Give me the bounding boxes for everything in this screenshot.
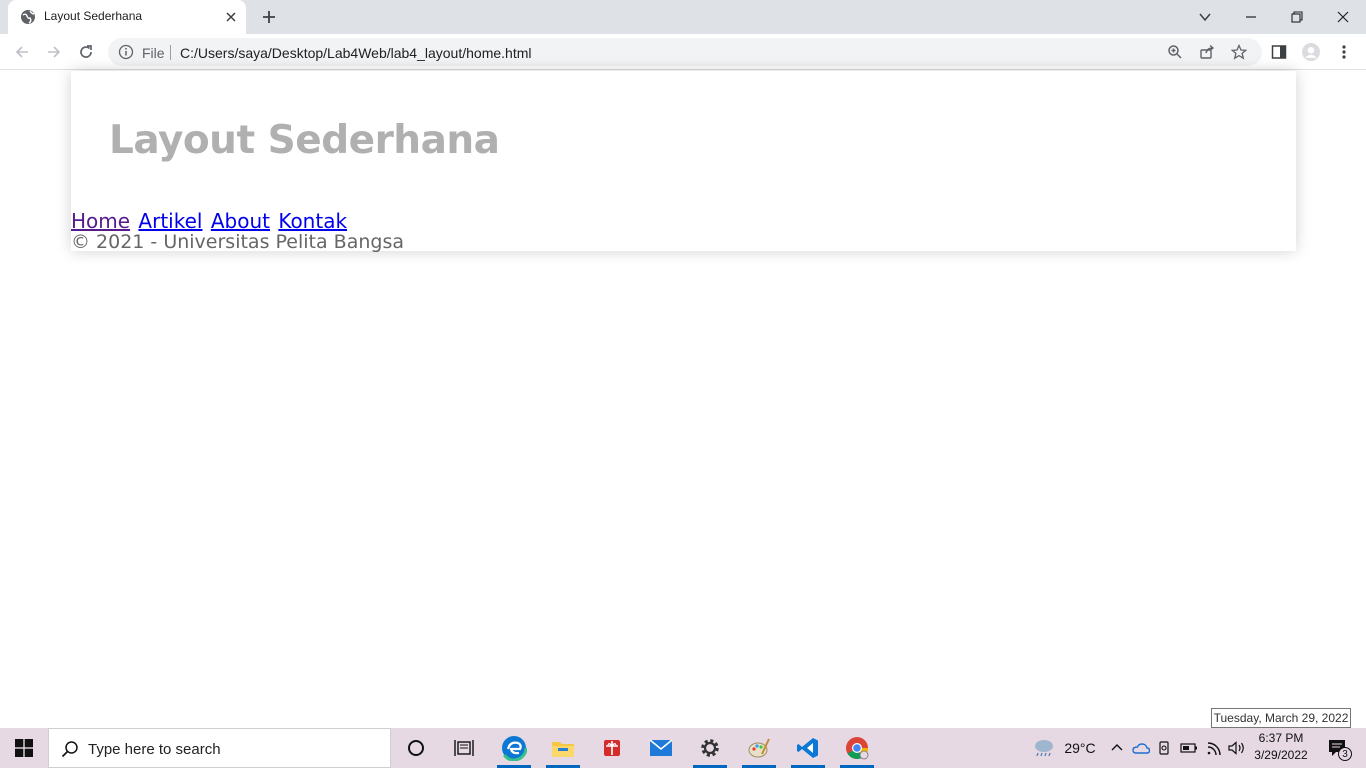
address-bar[interactable]: File C:/Users/saya/Desktop/Lab4Web/lab4_… xyxy=(108,38,1262,66)
nav-link-kontak[interactable]: Kontak xyxy=(278,209,347,233)
chrome-icon[interactable] xyxy=(834,728,880,768)
main-nav: Home Artikel About Kontak xyxy=(71,209,349,233)
taskbar-search[interactable]: Type here to search xyxy=(48,728,391,768)
site-header: Layout Sederhana xyxy=(71,71,1296,211)
task-view-icon[interactable] xyxy=(441,728,487,768)
more-menu-icon[interactable] xyxy=(1335,43,1353,61)
paint-icon[interactable] xyxy=(736,728,782,768)
bookmark-star-icon[interactable] xyxy=(1231,44,1247,60)
clock-time: 6:37 PM xyxy=(1258,731,1304,745)
search-icon xyxy=(61,741,78,758)
battery-icon[interactable] xyxy=(1179,728,1199,768)
weather-temp[interactable]: 29°C xyxy=(1060,728,1100,768)
security-label: File xyxy=(142,45,165,61)
onedrive-icon[interactable] xyxy=(1131,728,1151,768)
mail-icon[interactable] xyxy=(638,728,684,768)
start-button[interactable] xyxy=(0,728,48,768)
search-placeholder: Type here to search xyxy=(88,741,221,758)
volume-icon[interactable] xyxy=(1227,728,1247,768)
omnibox-divider xyxy=(170,45,171,60)
restore-icon[interactable] xyxy=(1286,6,1308,28)
site-title: Layout Sederhana xyxy=(109,118,500,163)
forward-icon[interactable] xyxy=(44,42,64,62)
page-container: Layout Sederhana Home Artikel About Kont… xyxy=(71,71,1296,253)
settings-icon[interactable] xyxy=(687,728,733,768)
weather-icon[interactable] xyxy=(1030,728,1058,768)
tab-search-chevron-icon[interactable] xyxy=(1194,6,1216,28)
cortana-icon[interactable] xyxy=(393,728,439,768)
browser-toolbar: File C:/Users/saya/Desktop/Lab4Web/lab4_… xyxy=(0,34,1366,70)
url-text[interactable]: C:/Users/saya/Desktop/Lab4Web/lab4_layou… xyxy=(180,45,531,61)
web-page: Layout Sederhana Home Artikel About Kont… xyxy=(0,71,1366,728)
back-icon[interactable] xyxy=(12,42,32,62)
new-tab-icon[interactable] xyxy=(260,8,278,26)
vscode-icon[interactable] xyxy=(785,728,831,768)
notification-center-button[interactable]: 3 xyxy=(1318,728,1358,768)
date-tooltip: Tuesday, March 29, 2022 xyxy=(1211,708,1351,728)
tab-title: Layout Sederhana xyxy=(44,9,143,23)
show-hidden-icons-chevron-icon[interactable] xyxy=(1108,728,1126,768)
profile-avatar-icon[interactable] xyxy=(1302,43,1320,61)
file-explorer-icon[interactable] xyxy=(540,728,586,768)
site-footer: © 2021 - Universitas Pelita Bangsa xyxy=(71,231,404,253)
clock-date: 3/29/2022 xyxy=(1254,748,1308,762)
notification-count: 3 xyxy=(1338,747,1352,761)
edge-icon[interactable] xyxy=(491,728,537,768)
meet-now-icon[interactable] xyxy=(1156,728,1174,768)
browser-tab[interactable]: Layout Sederhana xyxy=(8,0,246,34)
share-icon[interactable] xyxy=(1199,44,1215,60)
taskbar: Type here to search 29°C 6:37 PM 3/29/20… xyxy=(0,728,1366,768)
info-icon[interactable] xyxy=(118,44,134,60)
close-tab-icon[interactable] xyxy=(223,9,239,25)
system-clock[interactable]: 6:37 PM 3/29/2022 xyxy=(1252,730,1310,766)
side-panel-icon[interactable] xyxy=(1270,43,1288,61)
nav-link-about[interactable]: About xyxy=(211,209,270,233)
globe-icon xyxy=(21,10,35,24)
close-window-icon[interactable] xyxy=(1332,6,1354,28)
nav-link-home[interactable]: Home xyxy=(71,209,130,233)
zoom-icon[interactable] xyxy=(1167,44,1183,60)
nav-link-artikel[interactable]: Artikel xyxy=(138,209,202,233)
tab-strip: Layout Sederhana xyxy=(0,0,1366,34)
wifi-icon[interactable] xyxy=(1204,728,1224,768)
minimize-icon[interactable] xyxy=(1240,6,1262,28)
windows-logo-icon xyxy=(15,739,33,757)
reload-icon[interactable] xyxy=(76,42,96,62)
gift-app-icon[interactable] xyxy=(589,728,635,768)
